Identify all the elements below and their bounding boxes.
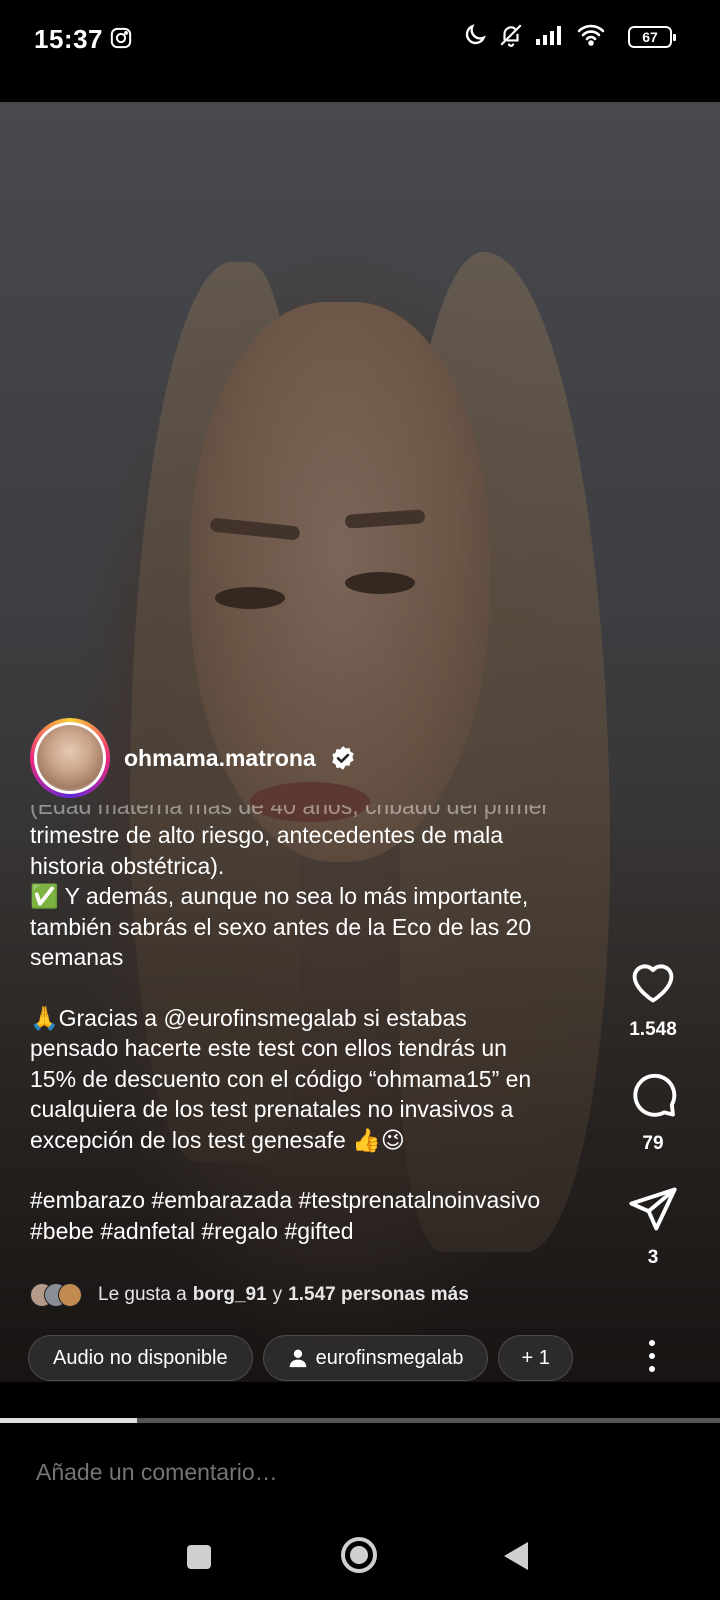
audio-chip-label: Audio no disponible bbox=[53, 1346, 228, 1369]
caption-line: semanas bbox=[30, 944, 124, 970]
audio-chip[interactable]: Audio no disponible bbox=[28, 1335, 253, 1381]
caption-line: ✅ Y además, aunque no sea lo más importa… bbox=[30, 883, 529, 909]
caption[interactable]: trimestre de alto riesgo, antecedentes d… bbox=[30, 820, 610, 1246]
caption-line: excepción de los test genesafe 👍😉 bbox=[30, 1126, 405, 1153]
wifi-icon bbox=[577, 24, 605, 46]
signal-icon bbox=[536, 26, 561, 45]
like-count: 1.548 bbox=[629, 1019, 677, 1040]
instagram-icon bbox=[110, 27, 132, 49]
bell-off-icon bbox=[500, 24, 522, 47]
caption-line: historia obstétrica). bbox=[30, 852, 225, 879]
avatar[interactable] bbox=[30, 718, 110, 798]
share-count: 3 bbox=[647, 1247, 659, 1268]
heart-icon[interactable] bbox=[627, 955, 679, 1007]
post-chips: Audio no disponible eurofinsmegalab + 1 bbox=[28, 1335, 573, 1381]
liker-avatars bbox=[30, 1283, 86, 1307]
home-button-icon[interactable] bbox=[340, 1536, 378, 1574]
comment-input[interactable] bbox=[36, 1459, 676, 1486]
post-author[interactable]: ohmama.matrona bbox=[30, 718, 356, 798]
reel-actions: 1.548 79 3 bbox=[608, 955, 698, 1289]
status-time: 15:37 bbox=[34, 24, 103, 54]
more-tags-chip[interactable]: + 1 bbox=[498, 1335, 573, 1381]
tagged-user-label: eurofinsmegalab bbox=[315, 1346, 464, 1369]
person-icon bbox=[289, 1349, 306, 1368]
comment-action[interactable]: 79 bbox=[608, 1069, 698, 1155]
moon-icon bbox=[465, 24, 486, 45]
comment-count: 79 bbox=[642, 1133, 664, 1154]
caption-line: trimestre de alto riesgo, antecedentes d… bbox=[30, 822, 504, 848]
status-bar: 15:37 67 bbox=[0, 0, 720, 80]
caption-line: cualquiera de los test prenatales no inv… bbox=[30, 1096, 514, 1122]
likes-prefix: Le gusta a bbox=[98, 1284, 187, 1305]
likes-others[interactable]: 1.547 personas más bbox=[288, 1284, 469, 1306]
likes-middle: y bbox=[272, 1284, 283, 1305]
caption-line: también sabrás el sexo antes de la Eco d… bbox=[30, 913, 532, 940]
caption-cut-text: (Edad materna más de 40 años, cribado de… bbox=[30, 805, 550, 819]
comment-bar bbox=[0, 1423, 720, 1523]
hashtags-line[interactable]: #embarazo #embarazada #testprenatalnoinv… bbox=[30, 1185, 610, 1216]
back-button-icon[interactable] bbox=[502, 1540, 530, 1572]
hashtags-line[interactable]: #bebe #adnfetal #regalo #gifted bbox=[30, 1216, 610, 1247]
like-action[interactable]: 1.548 bbox=[608, 955, 698, 1041]
caption-line: 🙏Gracias a @eurofinsmegalab si estabas bbox=[30, 1004, 467, 1031]
likes-summary[interactable]: Le gusta a borg_91 y 1.547 personas más bbox=[30, 1283, 469, 1307]
caption-line: 15% de descuento con el código “ohmama15… bbox=[30, 1065, 532, 1092]
share-action[interactable]: 3 bbox=[608, 1183, 698, 1269]
tagged-user-chip[interactable]: eurofinsmegalab bbox=[262, 1335, 489, 1381]
likes-user[interactable]: borg_91 bbox=[193, 1284, 267, 1306]
recents-button-icon[interactable] bbox=[186, 1544, 212, 1570]
system-nav-bar bbox=[0, 1520, 720, 1600]
send-icon[interactable] bbox=[627, 1183, 679, 1235]
comment-icon[interactable] bbox=[627, 1069, 679, 1121]
verified-badge-icon bbox=[331, 746, 354, 770]
more-tags-label: + 1 bbox=[521, 1346, 550, 1369]
battery-icon: 67 bbox=[628, 26, 676, 48]
caption-line: pensado hacerte este test con ellos tend… bbox=[30, 1035, 507, 1061]
username[interactable]: ohmama.matrona bbox=[124, 745, 316, 772]
more-options-icon[interactable] bbox=[640, 1338, 664, 1374]
